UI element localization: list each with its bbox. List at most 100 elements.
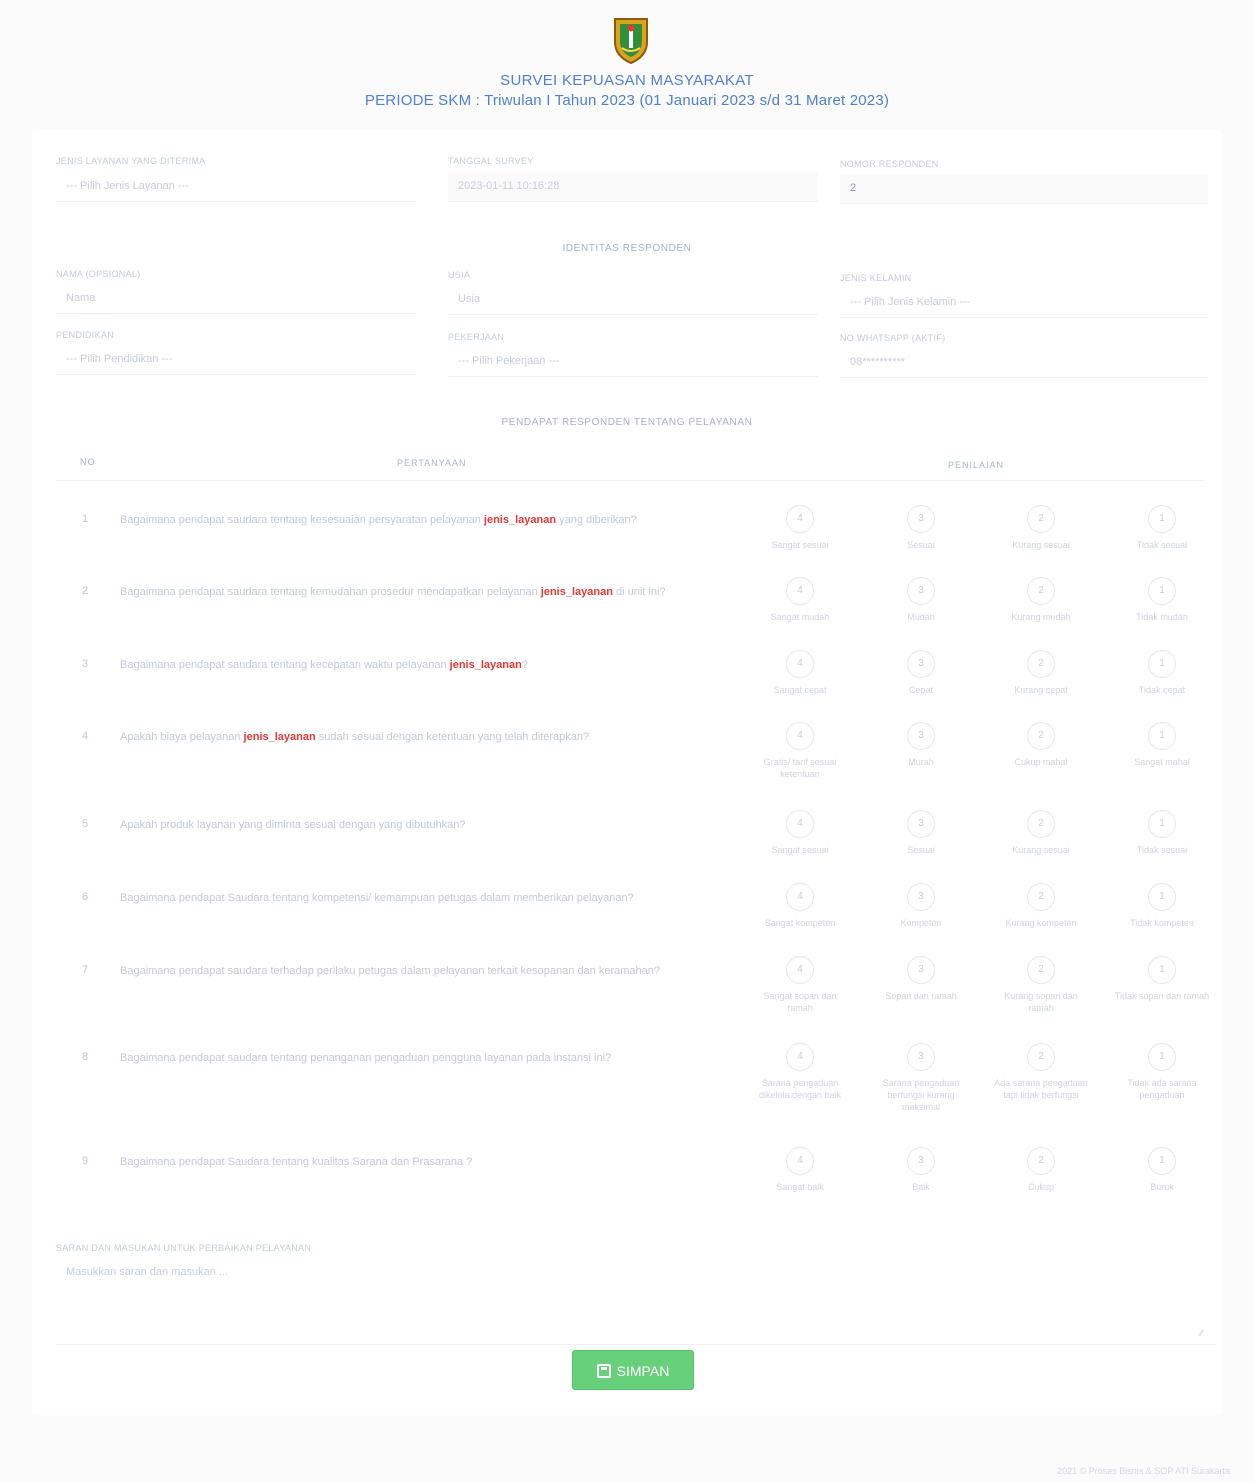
rating-option[interactable]: 4 Sangat baik <box>752 1147 848 1193</box>
rating-option[interactable]: 3 Sarana pengaduan berfungsi kurang maksi… <box>873 1043 969 1113</box>
nomor-responden-label: NOMOR RESPONDEN <box>840 159 939 169</box>
rating-option-label: Tidak kompeten <box>1130 918 1194 928</box>
question-text-post: ? <box>521 659 528 671</box>
rating-radio[interactable]: 3 <box>907 883 935 911</box>
rating-option[interactable]: 3 Sopan dan ramah <box>873 956 969 1002</box>
rating-option[interactable]: 1 Tidak kompeten <box>1114 883 1210 929</box>
rating-option[interactable]: 1 Tidak cepat <box>1114 650 1210 696</box>
pekerjaan-select[interactable]: --- Pilih Pekerjaan --- <box>448 347 818 377</box>
rating-radio[interactable]: 1 <box>1148 722 1176 750</box>
rating-option[interactable]: 4 Sangat cepat <box>752 650 848 696</box>
question-service-highlight: jenis_layanan <box>449 659 522 671</box>
rating-radio[interactable]: 4 <box>786 505 814 533</box>
rating-radio[interactable]: 2 <box>1027 722 1055 750</box>
rating-radio[interactable]: 1 <box>1148 577 1176 605</box>
rating-radio[interactable]: 3 <box>907 1147 935 1175</box>
rating-option-label: Tidak sesuai <box>1136 845 1188 855</box>
rating-option[interactable]: 1 Buruk <box>1114 1147 1210 1193</box>
saran-textarea[interactable]: Masukkan saran dan masukan ... <box>56 1260 1216 1345</box>
rating-option[interactable]: 2 Cukup mahal <box>993 722 1089 768</box>
rating-radio[interactable]: 2 <box>1027 883 1055 911</box>
rating-option[interactable]: 3 Cepat <box>873 650 969 696</box>
rating-radio[interactable]: 1 <box>1148 650 1176 678</box>
rating-option[interactable]: 3 Sesuai <box>873 810 969 856</box>
rating-radio[interactable]: 4 <box>786 1043 814 1071</box>
rating-radio[interactable]: 4 <box>786 577 814 605</box>
rating-option[interactable]: 1 Tidak sopan dan ramah <box>1114 956 1210 1002</box>
rating-radio[interactable]: 2 <box>1027 810 1055 838</box>
rating-option[interactable]: 3 Kompeten <box>873 883 969 929</box>
rating-option[interactable]: 1 Tidak sesuai <box>1114 505 1210 551</box>
rating-radio[interactable]: 3 <box>907 650 935 678</box>
rating-option[interactable]: 2 Kurang mudah <box>993 577 1089 623</box>
rating-radio[interactable]: 4 <box>786 883 814 911</box>
question-text: Bagaimana pendapat saudara terhadap peri… <box>120 964 750 978</box>
jenis-kelamin-select[interactable]: --- Pilih Jenis Kelamin --- <box>840 288 1208 318</box>
rating-radio[interactable]: 1 <box>1148 1147 1176 1175</box>
rating-radio[interactable]: 2 <box>1027 1147 1055 1175</box>
nama-input[interactable]: Nama <box>56 284 416 314</box>
rating-radio[interactable]: 1 <box>1148 956 1176 984</box>
rating-radio[interactable]: 1 <box>1148 505 1176 533</box>
rating-option[interactable]: 3 Sesuai <box>873 505 969 551</box>
question-text-pre: Bagaimana pendapat saudara tentang keses… <box>120 514 484 526</box>
pendidikan-label: PENDIDIKAN <box>56 330 115 340</box>
rating-option[interactable]: 1 Tidak mudah <box>1114 577 1210 623</box>
rating-option-label: Baik <box>912 1182 930 1192</box>
rating-option[interactable]: 2 Kurang sesuai <box>993 505 1089 551</box>
rating-radio[interactable]: 1 <box>1148 883 1176 911</box>
rating-option[interactable]: 4 Sangat sesuai <box>752 810 848 856</box>
resize-handle-icon[interactable]: ⁄⁄ <box>1200 1328 1203 1338</box>
rating-radio[interactable]: 3 <box>907 956 935 984</box>
rating-option[interactable]: 2 Kurang sesuai <box>993 810 1089 856</box>
whatsapp-input[interactable]: 08********** <box>840 348 1208 378</box>
rating-radio[interactable]: 3 <box>907 722 935 750</box>
rating-option[interactable]: 2 Cukup <box>993 1147 1089 1193</box>
rating-radio[interactable]: 4 <box>786 1147 814 1175</box>
nomor-responden-field: 2 <box>840 174 1208 204</box>
rating-option[interactable]: 4 Sangat sesuai <box>752 505 848 551</box>
jenis-layanan-select[interactable]: --- Pilih Jenis Layanan --- <box>56 172 416 202</box>
rating-option-label: Tidak sesuai <box>1136 540 1188 550</box>
rating-option[interactable]: 2 Kurang kompeten <box>993 883 1089 929</box>
rating-radio[interactable]: 1 <box>1148 1043 1176 1071</box>
rating-radio[interactable]: 2 <box>1027 505 1055 533</box>
rating-option[interactable]: 3 Mudah <box>873 577 969 623</box>
rating-radio[interactable]: 2 <box>1027 577 1055 605</box>
rating-option-label: Sangat mudah <box>770 612 830 622</box>
rating-option-label: Buruk <box>1150 1182 1174 1192</box>
rating-radio[interactable]: 2 <box>1027 956 1055 984</box>
rating-option[interactable]: 1 Tidak sesuai <box>1114 810 1210 856</box>
rating-radio[interactable]: 3 <box>907 505 935 533</box>
rating-option-label: Gratis/ tarif sesuai ketentuan <box>763 757 837 779</box>
rating-radio[interactable]: 3 <box>907 1043 935 1071</box>
pendidikan-select[interactable]: --- Pilih Pendidikan --- <box>56 345 416 375</box>
rating-radio[interactable]: 3 <box>907 810 935 838</box>
rating-radio[interactable]: 4 <box>786 650 814 678</box>
rating-radio[interactable]: 4 <box>786 956 814 984</box>
rating-option[interactable]: 4 Sangat kompeten <box>752 883 848 929</box>
rating-option-label: Sangat baik <box>776 1182 824 1192</box>
rating-radio[interactable]: 4 <box>786 810 814 838</box>
question-service-highlight: jenis_layanan <box>243 731 316 743</box>
question-number: 8 <box>82 1051 89 1063</box>
rating-option[interactable]: 4 Sangat mudah <box>752 577 848 623</box>
rating-option[interactable]: 3 Murah <box>873 722 969 768</box>
rating-option[interactable]: 1 Sangat mahal <box>1114 722 1210 768</box>
simpan-button[interactable]: SIMPAN <box>572 1350 694 1390</box>
rating-option[interactable]: 4 Gratis/ tarif sesuai ketentuan <box>752 722 848 780</box>
rating-option[interactable]: 4 Sangat sopan dan ramah <box>752 956 848 1014</box>
rating-option[interactable]: 2 Kurang cepat <box>993 650 1089 696</box>
usia-input[interactable]: Usia <box>448 285 818 315</box>
rating-option[interactable]: 3 Baik <box>873 1147 969 1193</box>
question-number: 7 <box>82 964 89 976</box>
rating-option[interactable]: 4 Sarana pengaduan dikelola dengan baik <box>752 1043 848 1101</box>
rating-radio[interactable]: 3 <box>907 577 935 605</box>
rating-radio[interactable]: 1 <box>1148 810 1176 838</box>
rating-option[interactable]: 1 Tidak ada sarana pengaduan <box>1114 1043 1210 1101</box>
rating-option[interactable]: 2 Kurang sopan dan ramah <box>993 956 1089 1014</box>
rating-radio[interactable]: 2 <box>1027 650 1055 678</box>
rating-radio[interactable]: 2 <box>1027 1043 1055 1071</box>
rating-radio[interactable]: 4 <box>786 722 814 750</box>
rating-option[interactable]: 2 Ada sarana pengaduan tapi tidak berfung… <box>993 1043 1089 1101</box>
